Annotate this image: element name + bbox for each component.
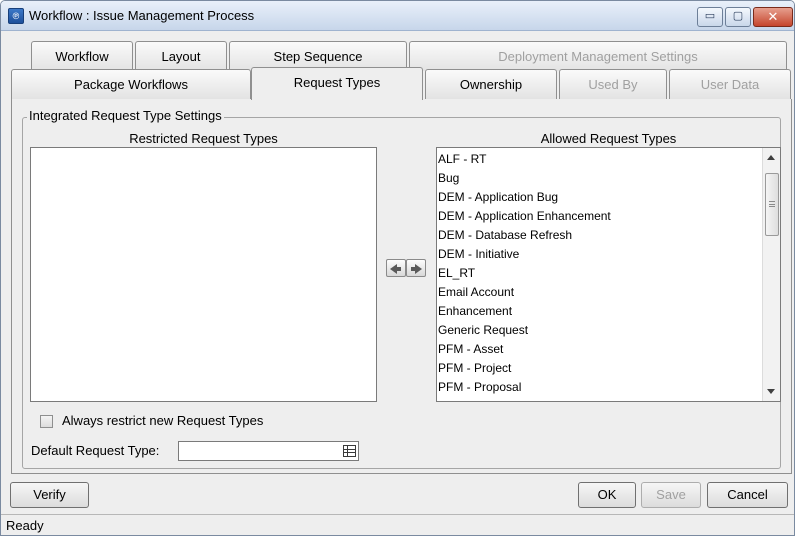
group-title: Integrated Request Type Settings (27, 108, 224, 123)
list-item[interactable]: PFM - Project (438, 359, 511, 377)
status-bar: Ready (1, 514, 794, 535)
list-item[interactable]: Bug (438, 169, 459, 187)
tab-request-types[interactable]: Request Types (251, 67, 423, 100)
default-type-field[interactable] (178, 441, 359, 461)
tab-used-by: Used By (559, 69, 667, 99)
list-item[interactable]: Enhancement (438, 302, 512, 320)
list-item[interactable]: PFM - Asset (438, 340, 503, 358)
workflow-window: ℗ Workflow : Issue Management Process ▭ … (0, 0, 795, 536)
maximize-button[interactable]: ▢ (725, 7, 751, 27)
arrow-right-icon (411, 264, 422, 274)
list-item[interactable]: EL_RT (438, 264, 475, 282)
list-item[interactable]: DEM - Initiative (438, 245, 519, 263)
list-item[interactable]: Email Account (438, 283, 514, 301)
lookup-list-icon[interactable] (343, 445, 356, 457)
allowed-types-list[interactable]: ALF - RT Bug DEM - Application Bug DEM -… (436, 147, 781, 402)
arrow-left-icon (390, 264, 401, 274)
tab-deployment-management-settings: Deployment Management Settings (409, 41, 787, 71)
tab-workflow[interactable]: Workflow (31, 41, 133, 71)
tab-user-data: User Data (669, 69, 791, 99)
restricted-header: Restricted Request Types (129, 131, 278, 146)
save-button: Save (641, 482, 701, 508)
grip-icon (769, 201, 775, 207)
list-item[interactable]: DEM - Application Bug (438, 188, 558, 206)
close-button[interactable]: ✕ (753, 7, 793, 27)
list-item[interactable]: DEM - Application Enhancement (438, 207, 611, 225)
move-right-button[interactable] (406, 259, 426, 277)
status-text: Ready (6, 518, 44, 533)
list-item[interactable]: DEM - Database Refresh (438, 226, 572, 244)
verify-button[interactable]: Verify (10, 482, 89, 508)
allowed-list-scrollbar[interactable] (762, 148, 780, 401)
scroll-down-icon[interactable] (767, 389, 775, 394)
app-logo-icon: ℗ (8, 8, 24, 24)
list-item[interactable]: ALF - RT (438, 150, 486, 168)
ok-button[interactable]: OK (578, 482, 636, 508)
scroll-thumb[interactable] (765, 173, 779, 236)
title-bar: ℗ Workflow : Issue Management Process ▭ … (1, 1, 794, 31)
minimize-button[interactable]: ▭ (697, 7, 723, 27)
list-item[interactable]: PFM - Proposal (438, 378, 521, 396)
allowed-header: Allowed Request Types (540, 131, 677, 146)
restricted-types-list[interactable] (30, 147, 377, 402)
always-restrict-checkbox[interactable] (40, 415, 53, 428)
tab-ownership[interactable]: Ownership (425, 69, 557, 99)
tab-layout[interactable]: Layout (135, 41, 227, 71)
scroll-up-icon[interactable] (767, 155, 775, 160)
default-type-label: Default Request Type: (31, 443, 160, 458)
tab-package-workflows[interactable]: Package Workflows (11, 69, 251, 99)
move-left-button[interactable] (386, 259, 406, 277)
window-title: Workflow : Issue Management Process (29, 8, 255, 23)
list-item[interactable]: Generic Request (438, 321, 528, 339)
always-restrict-label: Always restrict new Request Types (62, 413, 264, 428)
cancel-button[interactable]: Cancel (707, 482, 788, 508)
